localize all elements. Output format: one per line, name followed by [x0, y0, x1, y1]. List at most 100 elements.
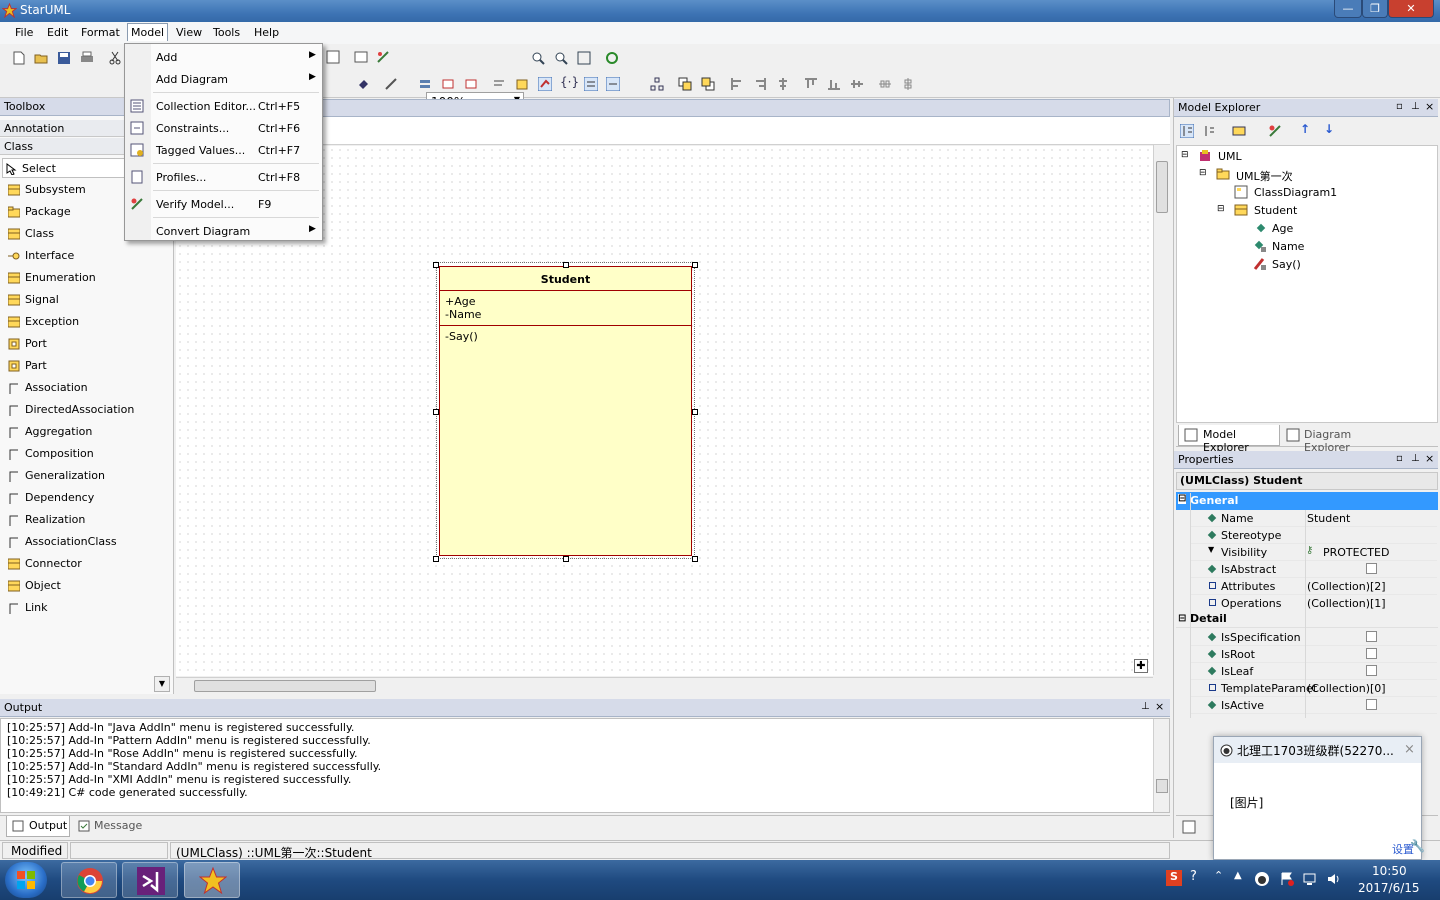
resize-handle[interactable] — [692, 409, 698, 415]
tab-model-explorer[interactable]: Model Explorer — [1178, 425, 1280, 454]
property-operations[interactable]: Operations (Collection)[1] — [1190, 595, 1437, 612]
property-isspecification[interactable]: IsSpecification — [1190, 629, 1437, 646]
output-scrollbar[interactable] — [1153, 719, 1169, 812]
resize-handle[interactable] — [563, 262, 569, 268]
word-wrap-icon[interactable] — [492, 77, 506, 91]
toolbox-item-aggregation[interactable]: Aggregation — [6, 422, 166, 442]
verify-icon[interactable] — [376, 50, 390, 64]
menu-item-verify-model[interactable]: Verify Model... F9 — [125, 193, 322, 215]
toolbox-item-part[interactable]: Part — [6, 356, 166, 376]
toolbox-item-signal[interactable]: Signal — [6, 290, 166, 310]
property-checkbox[interactable] — [1366, 699, 1377, 710]
menu-file[interactable]: File — [15, 26, 33, 39]
tree-item-attribute[interactable]: Age — [1272, 222, 1293, 235]
property-attributes[interactable]: Attributes (Collection)[2] — [1190, 578, 1437, 595]
collapse-icon[interactable]: ⊟ — [1217, 204, 1225, 214]
suppress-attributes-icon[interactable] — [441, 77, 455, 91]
braces-icon[interactable]: {·} — [560, 75, 579, 89]
move-up-icon[interactable]: ↑ — [1300, 122, 1310, 136]
close-button[interactable]: ✕ — [1388, 0, 1434, 18]
sort-ascending-icon[interactable] — [1180, 124, 1194, 138]
show-stereotype-icon[interactable] — [584, 77, 598, 91]
property-isroot[interactable]: IsRoot — [1190, 646, 1437, 663]
menu-model[interactable]: Model — [127, 23, 169, 41]
menu-view[interactable]: View — [176, 26, 202, 39]
sort-descending-icon[interactable] — [1202, 124, 1216, 138]
property-isabstract[interactable]: IsAbstract — [1190, 561, 1437, 578]
action-center-icon[interactable] — [1279, 871, 1295, 887]
collapse-icon[interactable]: ⊟ — [1178, 494, 1187, 504]
refresh-icon[interactable] — [605, 51, 619, 65]
toolbox-item-generalization[interactable]: Generalization — [6, 466, 166, 486]
property-templateparamet[interactable]: TemplateParamet (Collection)[0] — [1190, 680, 1437, 697]
pin-icon[interactable]: ⊥ — [1411, 453, 1420, 464]
toolbox-item-directedassociation[interactable]: DirectedAssociation — [6, 400, 166, 420]
send-to-back-icon[interactable] — [701, 77, 715, 91]
toolbox-item-realization[interactable]: Realization — [6, 510, 166, 530]
close-icon[interactable]: × — [1404, 742, 1415, 757]
toolbox-item-associationclass[interactable]: AssociationClass — [6, 532, 166, 552]
menu-edit[interactable]: Edit — [47, 26, 68, 39]
diagram-icon[interactable] — [326, 50, 340, 64]
space-vertical-icon[interactable] — [901, 77, 915, 91]
align-bottom-icon[interactable] — [827, 77, 841, 91]
toolbox-item-connector[interactable]: Connector — [6, 554, 166, 574]
properties-tab-icon[interactable] — [1182, 820, 1196, 834]
property-value[interactable]: Student — [1307, 512, 1350, 525]
taskbar-chrome[interactable] — [61, 862, 117, 898]
align-icon[interactable] — [418, 77, 432, 91]
move-down-icon[interactable]: ↓ — [1324, 122, 1334, 136]
align-center-icon[interactable] — [776, 77, 790, 91]
toolbox-item-enumeration[interactable]: Enumeration — [6, 268, 166, 288]
property-isleaf[interactable]: IsLeaf — [1190, 663, 1437, 680]
property-name[interactable]: Name Student — [1190, 510, 1437, 527]
network-icon[interactable] — [1302, 871, 1318, 887]
close-panel-icon[interactable]: × — [1155, 700, 1164, 713]
start-button[interactable] — [5, 862, 47, 898]
tree-item-uml[interactable]: UML — [1218, 150, 1242, 163]
align-top-icon[interactable] — [804, 77, 818, 91]
collapse-icon[interactable]: ⊟ — [1178, 613, 1186, 624]
resize-handle[interactable] — [563, 556, 569, 562]
tab-message[interactable]: Message — [74, 816, 146, 837]
minimize-button[interactable]: — — [1334, 0, 1362, 18]
chat-notification[interactable]: 北理工1703班级群(52270... × [图片] 设置 🔧 — [1213, 736, 1425, 860]
pin-icon[interactable]: ⊥ — [1411, 101, 1420, 112]
tree-item-package[interactable]: UML第一次 — [1236, 168, 1293, 184]
close-panel-icon[interactable]: × — [1425, 100, 1434, 113]
suppress-operations-icon[interactable] — [464, 77, 478, 91]
toolbox-item-exception[interactable]: Exception — [6, 312, 166, 332]
tray-expand-icon[interactable]: ⌃ — [1214, 869, 1223, 882]
tab-diagram-explorer[interactable]: Diagram Explorer — [1282, 425, 1394, 454]
qq-tray-icon[interactable] — [1254, 871, 1270, 887]
show-visibility-icon[interactable] — [606, 77, 620, 91]
help-icon[interactable]: ? — [1190, 869, 1197, 884]
float-icon[interactable]: ▫ — [1396, 101, 1403, 112]
clock-date[interactable]: 2017/6/15 — [1358, 881, 1420, 895]
show-hidden-icons[interactable]: ▲ — [1234, 870, 1242, 881]
resize-handle[interactable] — [692, 556, 698, 562]
volume-icon[interactable] — [1326, 871, 1342, 887]
menu-item-add-diagram[interactable]: Add Diagram ▶ — [125, 68, 322, 90]
tree-item-class[interactable]: Student — [1254, 204, 1297, 217]
toolbox-item-interface[interactable]: Interface — [6, 246, 166, 266]
resize-handle[interactable] — [433, 556, 439, 562]
property-checkbox[interactable] — [1366, 563, 1377, 574]
toolbox-item-object[interactable]: Object — [6, 576, 166, 596]
tab-output[interactable]: Output — [6, 816, 70, 837]
menu-item-convert-diagram[interactable]: Convert Diagram ▶ — [125, 220, 322, 242]
menu-help[interactable]: Help — [254, 26, 279, 39]
menu-item-tagged-values[interactable]: Tagged Values... Ctrl+F7 — [125, 139, 322, 161]
align-middle-icon[interactable] — [850, 77, 864, 91]
group-detail[interactable]: ⊟ Detail — [1176, 611, 1438, 628]
save-icon[interactable] — [57, 51, 71, 65]
align-left-icon[interactable] — [730, 77, 744, 91]
taskbar-visual-studio[interactable] — [122, 862, 178, 898]
add-element-icon[interactable] — [1232, 124, 1246, 138]
menu-tools[interactable]: Tools — [213, 26, 240, 39]
verify-tree-icon[interactable] — [1268, 124, 1282, 138]
property-value[interactable]: (Collection)[2] — [1307, 580, 1386, 593]
property-stereotype[interactable]: Stereotype — [1190, 527, 1437, 544]
new-file-icon[interactable] — [12, 51, 26, 65]
pin-icon[interactable]: ⊥ — [1141, 701, 1150, 712]
